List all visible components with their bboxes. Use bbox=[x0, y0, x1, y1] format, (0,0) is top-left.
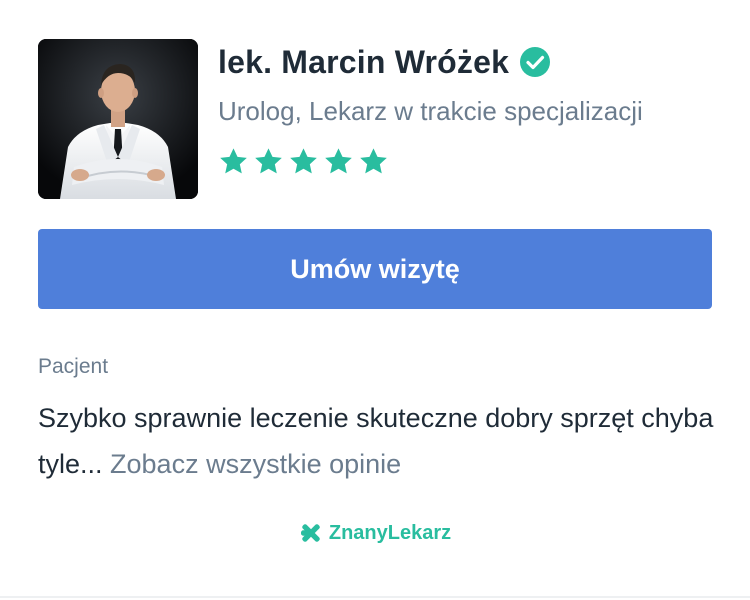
doctor-portrait-image bbox=[38, 39, 198, 199]
review-content: Szybko sprawnie leczenie skuteczne dobry… bbox=[38, 395, 718, 487]
doctor-name-row: lek. Marcin Wróżek bbox=[218, 40, 551, 84]
doctor-specialty: Urolog, Lekarz w trakcie specjalizacji bbox=[218, 96, 643, 126]
book-visit-button[interactable]: Umów wizytę bbox=[38, 229, 712, 309]
rating-stars bbox=[218, 146, 389, 177]
review-author: Pacjent bbox=[38, 355, 109, 378]
star-icon bbox=[290, 148, 317, 174]
doctor-name[interactable]: lek. Marcin Wróżek bbox=[218, 44, 509, 81]
star-icon bbox=[325, 148, 352, 174]
star-icon bbox=[220, 148, 247, 174]
star-icon bbox=[360, 148, 387, 174]
verified-check-icon bbox=[520, 47, 551, 77]
znanylekarz-logo-icon bbox=[300, 524, 320, 542]
see-all-reviews-link[interactable]: Zobacz wszystkie opinie bbox=[110, 449, 401, 479]
doctor-widget-card: lek. Marcin Wróżek Urolog, Lekarz w trak… bbox=[0, 0, 750, 598]
brand-logo-link[interactable]: ZnanyLekarz bbox=[0, 521, 750, 545]
doctor-photo[interactable] bbox=[38, 39, 198, 199]
star-icon bbox=[255, 148, 282, 174]
bottom-divider bbox=[0, 596, 750, 598]
brand-name: ZnanyLekarz bbox=[328, 521, 452, 544]
